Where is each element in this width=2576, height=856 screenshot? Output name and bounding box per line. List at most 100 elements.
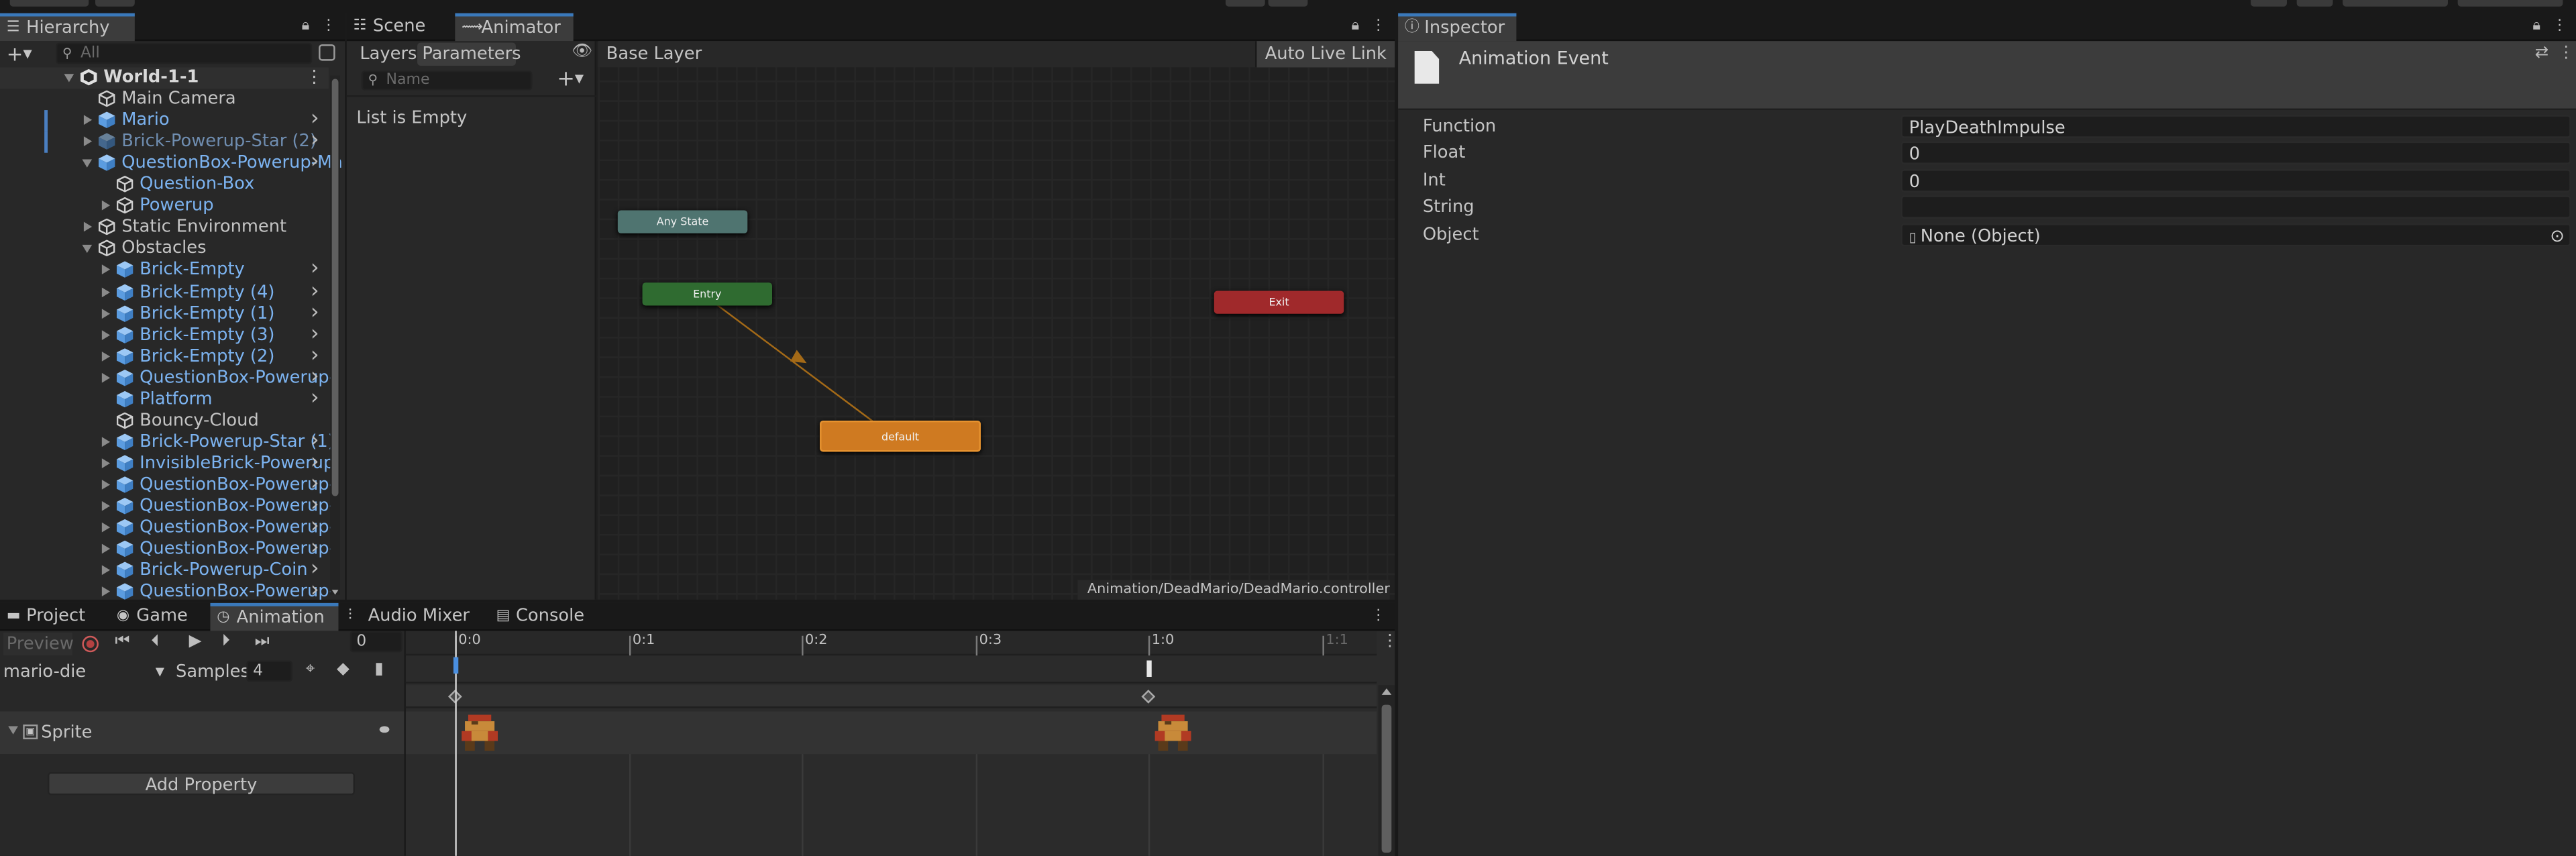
scroll-down-icon[interactable] (331, 590, 339, 595)
tab-game[interactable]: ◉ Game (110, 603, 202, 631)
property-options-icon[interactable] (379, 726, 390, 733)
chevron-right-icon[interactable]: › (311, 580, 319, 600)
more-icon[interactable]: ⋮ (2558, 44, 2574, 62)
animation-event-marker[interactable] (1146, 660, 1152, 677)
tab-animator[interactable]: ⟿ Animator (455, 13, 574, 42)
expand-arrow-icon[interactable] (101, 201, 111, 211)
node-default[interactable]: default (820, 420, 981, 452)
key-diamond-icon[interactable]: ⌖ (306, 660, 315, 678)
collapse-arrow-icon[interactable] (82, 245, 93, 254)
add-event-icon[interactable]: ▮ (374, 660, 384, 678)
field-value[interactable]: 0 (1900, 168, 2571, 193)
hierarchy-item[interactable]: Bouncy-Cloud (0, 411, 329, 432)
field-value[interactable] (1900, 195, 2571, 219)
frame-input[interactable]: 0 (350, 631, 403, 653)
expand-arrow-icon[interactable] (101, 286, 111, 297)
node-exit[interactable]: Exit (1214, 290, 1344, 314)
expand-arrow-icon[interactable] (8, 726, 18, 735)
add-property-button[interactable]: Add Property (48, 772, 355, 796)
pause-button[interactable] (1268, 0, 1308, 7)
chevron-right-icon[interactable]: › (311, 494, 319, 516)
lock-icon[interactable]: 🔒︎ (1346, 16, 1365, 36)
layers-dropdown[interactable] (2343, 0, 2448, 7)
samples-input[interactable]: 4 (246, 660, 292, 682)
add-object-button[interactable]: +▼ (7, 44, 43, 64)
first-keyframe-icon[interactable]: ⏮ (115, 633, 129, 651)
property-row-sprite[interactable]: ▣ Sprite (0, 711, 405, 755)
expand-arrow-icon[interactable] (101, 586, 111, 597)
chevron-right-icon[interactable]: › (311, 152, 319, 173)
more-icon[interactable]: ⋮ (1368, 16, 1388, 36)
tab-project[interactable]: ▬ Project (0, 603, 99, 631)
parameter-search-input[interactable]: ⚲ Name (361, 70, 533, 91)
expand-arrow-icon[interactable] (101, 500, 111, 511)
chevron-right-icon[interactable]: › (311, 323, 319, 344)
hierarchy-item[interactable]: QuestionBox-Powerup- › (0, 516, 335, 539)
chevron-right-icon[interactable]: › (311, 387, 319, 409)
chevron-right-icon[interactable]: › (311, 559, 319, 580)
more-icon[interactable]: ⋮ (2550, 16, 2569, 36)
hierarchy-item[interactable]: Brick-Empty › (0, 259, 329, 282)
chevron-right-icon[interactable]: › (311, 451, 319, 473)
layout-dropdown[interactable] (2457, 0, 2563, 7)
hierarchy-scroll-thumb[interactable] (331, 78, 339, 496)
tab-audio-mixer[interactable]: ⫶ Audio Mixer (341, 603, 473, 631)
chevron-right-icon[interactable]: › (311, 430, 319, 451)
hierarchy-item[interactable]: QuestionBox-Powerup- › (0, 494, 335, 518)
hierarchy-item[interactable]: Mario › (0, 109, 329, 132)
expand-arrow-icon[interactable] (101, 543, 111, 554)
hierarchy-item[interactable]: Obstacles (0, 239, 329, 260)
playhead-handle[interactable] (453, 657, 459, 674)
hierarchy-item[interactable]: InvisibleBrick-Powerup- › (0, 451, 341, 475)
add-keyframe-icon[interactable]: ◆ (337, 660, 350, 678)
scene-visibility-icon[interactable] (319, 44, 335, 61)
play-icon[interactable]: ▶ (189, 633, 202, 651)
chevron-right-icon[interactable]: › (311, 537, 319, 559)
chevron-right-icon[interactable]: › (311, 259, 319, 280)
hierarchy-item[interactable]: Brick-Powerup-Star (1) › (0, 430, 335, 453)
search-toolbar-button[interactable] (2296, 0, 2333, 7)
expand-arrow-icon[interactable] (101, 437, 111, 447)
mario-sprite-keyframe[interactable] (458, 714, 501, 751)
cloud-button[interactable] (95, 0, 135, 7)
chevron-right-icon[interactable]: › (311, 302, 319, 323)
more-icon[interactable]: ⋮ (306, 67, 323, 89)
hierarchy-item[interactable]: Question-Box (0, 174, 329, 196)
chevron-right-icon[interactable]: › (311, 366, 319, 387)
account-button[interactable] (9, 0, 89, 7)
timeline-scroll-thumb[interactable] (1381, 704, 1392, 853)
history-button[interactable] (2251, 0, 2287, 7)
hierarchy-item[interactable]: World-1-1 ⋮ (0, 67, 329, 89)
hierarchy-search-input[interactable]: ⚲ All (56, 42, 313, 64)
hierarchy-item[interactable]: Brick-Empty (4) › (0, 280, 329, 303)
tab-console[interactable]: ▤ Console (490, 603, 588, 631)
last-keyframe-icon[interactable]: ⏭ (255, 633, 270, 651)
field-value[interactable]: 0 (1900, 142, 2571, 165)
lock-icon[interactable]: 🔒︎ (2527, 16, 2546, 36)
object-picker-icon[interactable]: ⊙ (2550, 225, 2565, 248)
event-row[interactable] (405, 657, 1377, 684)
node-any-state[interactable]: Any State (617, 210, 748, 233)
collapse-arrow-icon[interactable] (82, 160, 93, 168)
timeline-scrollbar[interactable] (1378, 685, 1395, 856)
expand-arrow-icon[interactable] (101, 329, 111, 339)
tab-parameters[interactable]: Parameters (417, 42, 521, 66)
more-icon[interactable]: ⋮ (1368, 606, 1388, 626)
chevron-right-icon[interactable]: › (311, 109, 319, 130)
collapse-arrow-icon[interactable] (64, 74, 74, 83)
time-ruler[interactable]: 0:0 0:1 0:2 0:3 1:0 1:1 (405, 631, 1377, 656)
hierarchy-item[interactable]: Brick-Powerup-Coin › (0, 559, 329, 582)
preview-toggle[interactable]: Preview (3, 632, 74, 656)
tab-inspector[interactable]: ⓘ Inspector (1398, 13, 1517, 42)
eye-icon[interactable]: 👁︎ (572, 43, 592, 61)
expand-arrow-icon[interactable] (101, 351, 111, 361)
scroll-up-icon[interactable] (1381, 688, 1392, 695)
settings-sliders-icon[interactable]: ⇄ (2535, 44, 2549, 62)
node-entry[interactable]: Entry (642, 282, 773, 306)
expand-arrow-icon[interactable] (101, 565, 111, 576)
tab-scene[interactable]: ☷ Scene (347, 13, 452, 42)
expand-arrow-icon[interactable] (101, 308, 111, 318)
expand-arrow-icon[interactable] (83, 136, 93, 147)
hierarchy-item[interactable]: Platform › (0, 387, 329, 411)
expand-arrow-icon[interactable] (83, 222, 93, 233)
